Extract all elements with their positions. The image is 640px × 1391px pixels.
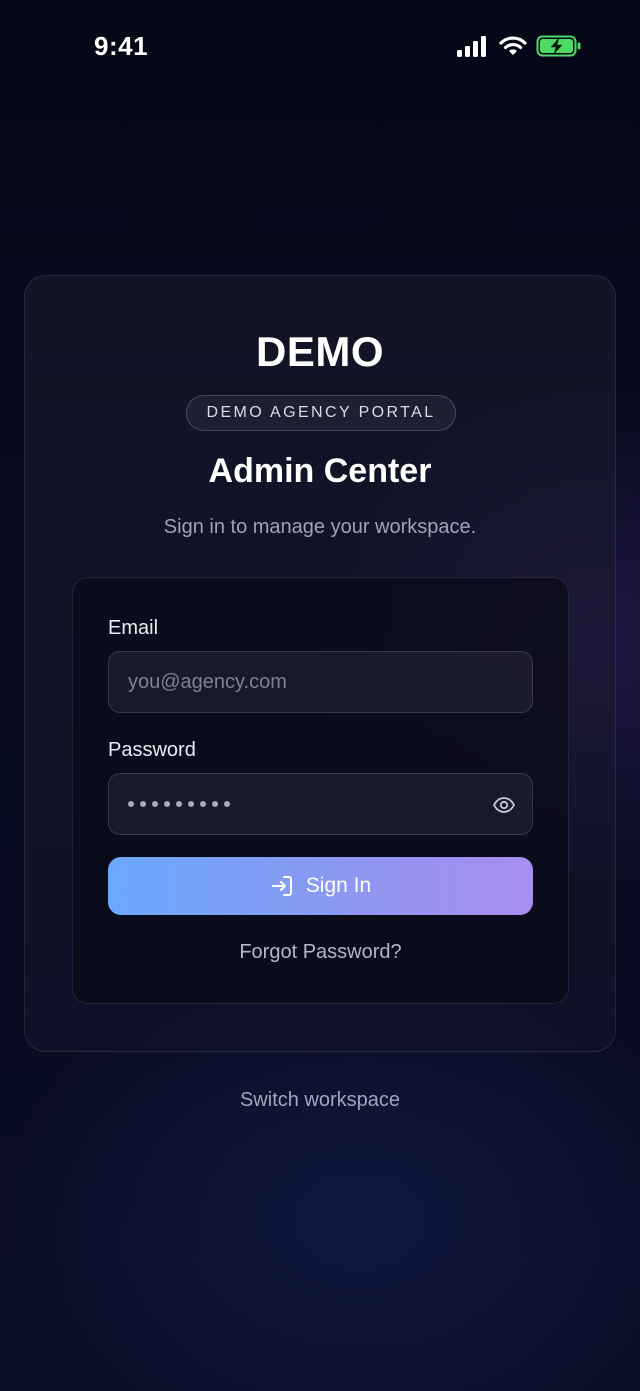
password-mask-dot <box>140 801 146 807</box>
page-subtitle: Sign in to manage your workspace. <box>163 516 477 538</box>
portal-badge: DEMO AGENCY PORTAL <box>186 395 456 431</box>
password-mask-dot <box>152 801 158 807</box>
switch-workspace-link[interactable]: Switch workspace <box>0 1089 640 1112</box>
password-label: Password <box>108 739 196 761</box>
sign-in-form: Email you@agency.com Password Sign In Fo… <box>72 577 569 1004</box>
sign-in-button[interactable]: Sign In <box>108 857 533 915</box>
status-icons <box>456 34 582 58</box>
signal-icon <box>457 36 486 57</box>
password-mask-dot <box>176 801 182 807</box>
wifi-icon <box>499 36 527 55</box>
email-label: Email <box>108 617 159 639</box>
brand-logo-text: DEMO <box>256 328 384 375</box>
password-mask-dot <box>224 801 230 807</box>
battery-charging-icon <box>536 35 581 57</box>
sign-in-label: Sign In <box>305 874 372 897</box>
page-title: Admin Center <box>208 452 432 490</box>
password-mask-dot <box>128 801 134 807</box>
password-mask-dot <box>164 801 170 807</box>
password-mask-dot <box>212 801 218 807</box>
password-mask <box>128 801 230 807</box>
email-placeholder: you@agency.com <box>128 670 287 693</box>
status-bar: 9:41 <box>0 0 640 96</box>
email-field[interactable]: you@agency.com <box>108 651 533 713</box>
sign-in-icon <box>271 876 292 896</box>
status-time: 9:41 <box>94 31 149 61</box>
login-screen: 9:41 DEMO DEMO AGENCY PORTAL Admin Cente… <box>0 0 640 1391</box>
login-card: DEMO DEMO AGENCY PORTAL Admin Center Sig… <box>24 275 616 1052</box>
password-mask-dot <box>200 801 206 807</box>
eye-icon[interactable] <box>492 793 516 817</box>
password-field[interactable] <box>108 773 533 835</box>
forgot-password-link[interactable]: Forgot Password? <box>73 941 568 964</box>
password-mask-dot <box>188 801 194 807</box>
